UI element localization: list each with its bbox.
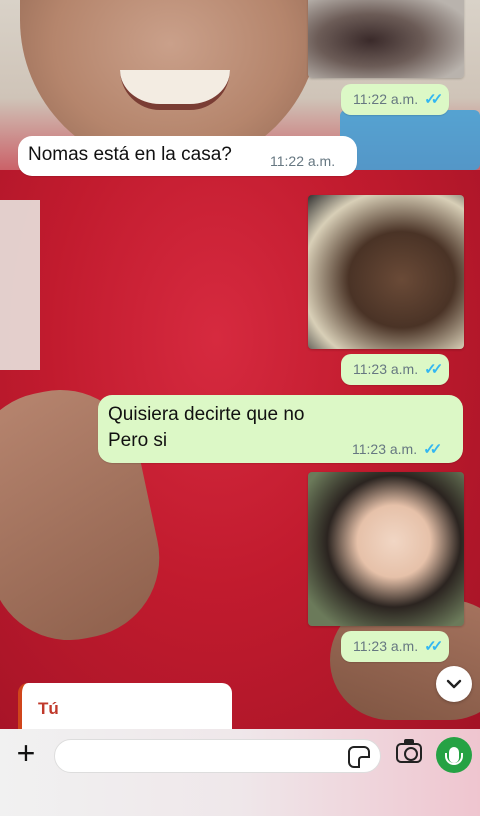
chevron-down-icon	[446, 679, 462, 689]
message-text: Nomas está en la casa?	[28, 144, 232, 165]
scroll-to-bottom-button[interactable]	[436, 666, 472, 702]
reply-preview[interactable]: Tú	[18, 683, 232, 729]
composer-bar: +	[0, 729, 480, 816]
message-time: 11:23 a.m. ✓✓	[341, 631, 450, 662]
double-check-icon: ✓✓	[423, 441, 442, 458]
incoming-message[interactable]: Nomas está en la casa? 11:22 a.m.	[18, 136, 357, 176]
double-check-icon: ✓✓	[424, 361, 443, 378]
image-message[interactable]	[308, 472, 464, 626]
microphone-button[interactable]	[436, 737, 472, 773]
microphone-icon	[445, 747, 463, 765]
outgoing-message[interactable]: Quisiera decirte que no Pero si 11:23 a.…	[98, 395, 463, 463]
camera-icon[interactable]	[396, 739, 422, 763]
double-check-icon: ✓✓	[424, 638, 443, 655]
message-time: 11:23 a.m. ✓✓	[341, 354, 450, 385]
message-input[interactable]	[54, 739, 381, 773]
message-time: 11:22 a.m.	[270, 153, 336, 169]
image-message[interactable]	[308, 0, 464, 78]
double-check-icon: ✓✓	[424, 91, 443, 108]
message-text-line: Quisiera decirte que no	[108, 404, 305, 425]
image-message[interactable]	[308, 195, 464, 349]
reply-author: Tú	[38, 699, 59, 718]
message-text-line: Pero si	[108, 430, 168, 451]
plus-icon[interactable]: +	[12, 737, 40, 769]
sticker-icon[interactable]	[348, 746, 370, 768]
message-time: 11:22 a.m. ✓✓	[341, 84, 450, 115]
message-time: 11:23 a.m. ✓✓	[352, 441, 442, 458]
